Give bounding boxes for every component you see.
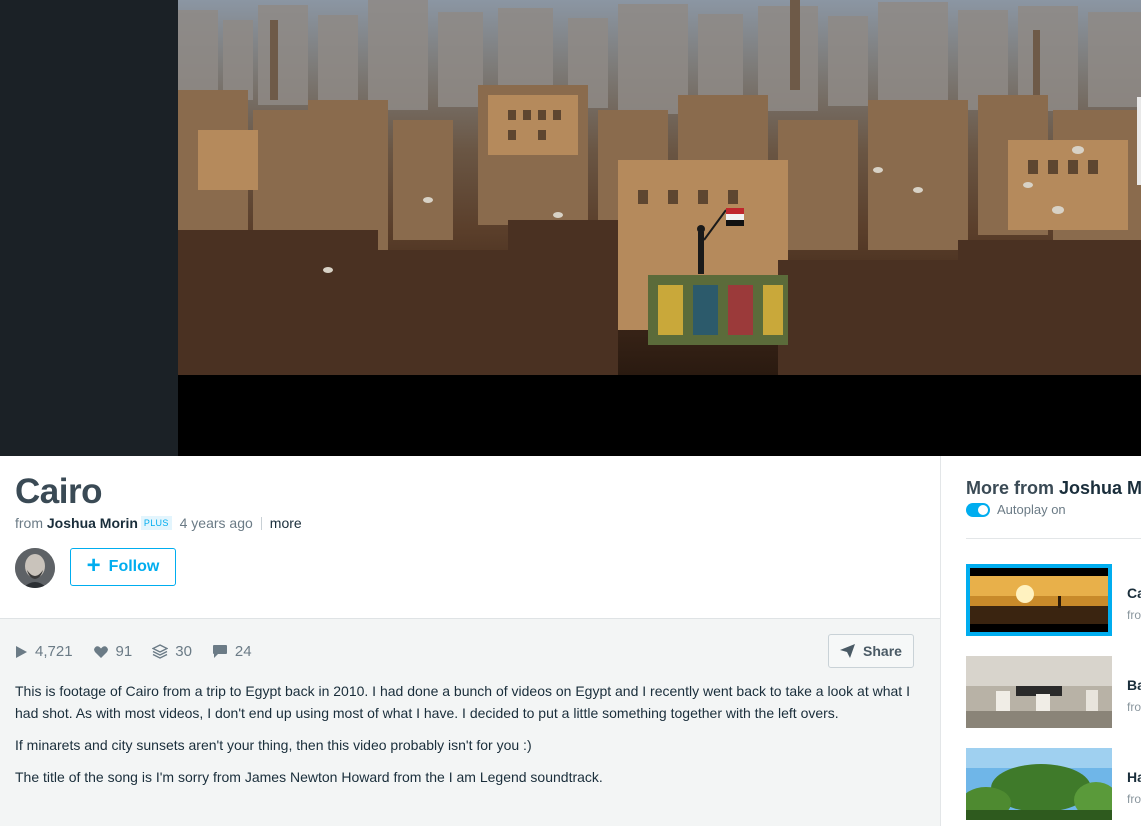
player-side-tab[interactable] xyxy=(1137,97,1141,185)
sidebar-divider xyxy=(966,538,1141,539)
plus-icon: + xyxy=(86,552,101,579)
sidebar-thumbnail[interactable] xyxy=(966,564,1112,636)
sidebar-item-title[interactable]: Ha xyxy=(1127,769,1141,785)
share-label: Share xyxy=(863,643,902,659)
collections-stat[interactable]: 30 xyxy=(152,643,192,660)
follow-button[interactable]: + Follow xyxy=(70,548,176,586)
layers-icon xyxy=(152,644,169,659)
player-side-panel xyxy=(0,0,178,456)
likes-stat[interactable]: 91 xyxy=(93,643,133,660)
send-icon xyxy=(840,644,856,658)
upload-age: 4 years ago xyxy=(179,515,253,531)
sidebar-title-prefix: More from xyxy=(966,478,1055,498)
thumbnail-trees xyxy=(966,748,1112,820)
follow-label: Follow xyxy=(108,558,160,575)
comments-count: 24 xyxy=(234,643,252,660)
play-icon xyxy=(16,645,27,658)
skyline-illustration xyxy=(178,0,1141,375)
sidebar-title-author[interactable]: Joshua M xyxy=(1059,478,1141,498)
avatar-image xyxy=(15,548,55,588)
sidebar-item-title[interactable]: Ca xyxy=(1127,585,1141,601)
avatar[interactable] xyxy=(15,548,55,588)
video-info-header xyxy=(0,456,940,618)
author-link[interactable]: Joshua Morin xyxy=(47,515,138,531)
autoplay-toggle[interactable]: Autoplay on xyxy=(966,502,1066,517)
byline-divider xyxy=(260,517,262,530)
plus-badge: PLUS xyxy=(140,516,172,530)
description-paragraph: This is footage of Cairo from a trip to … xyxy=(15,683,910,721)
sidebar-title: More from Joshua M xyxy=(966,478,1141,499)
likes-count: 91 xyxy=(115,643,133,660)
comments-stat[interactable]: 24 xyxy=(212,643,252,660)
stats-bar: 4,721 91 30 24 xyxy=(15,643,252,660)
description-paragraph: The title of the song is I'm sorry from … xyxy=(15,769,603,785)
sidebar-item-sub: fro xyxy=(1127,700,1141,714)
thumbnail-sunset xyxy=(970,568,1108,632)
sidebar-item-sub: fro xyxy=(1127,792,1141,806)
sidebar-item-title[interactable]: Ba xyxy=(1127,677,1141,693)
sidebar-item-sub: fro xyxy=(1127,608,1141,622)
video-letterbox xyxy=(178,375,1141,456)
more-link[interactable]: more xyxy=(270,515,302,531)
video-player[interactable] xyxy=(0,0,1141,456)
more-from-sidebar: More from Joshua M Autoplay on Ca fro xyxy=(940,456,1141,826)
video-frame[interactable] xyxy=(178,0,1141,456)
sidebar-thumbnail[interactable] xyxy=(966,748,1112,820)
plays-stat[interactable]: 4,721 xyxy=(15,643,73,660)
byline: from Joshua Morin PLUS 4 years ago more xyxy=(15,515,302,531)
toggle-switch-icon[interactable] xyxy=(966,502,990,517)
description-paragraph: If minarets and city sunsets aren't your… xyxy=(15,737,532,753)
autoplay-label: Autoplay on xyxy=(997,502,1066,517)
video-title: Cairo xyxy=(15,472,102,511)
video-still-cairo-skyline xyxy=(178,0,1141,375)
share-button[interactable]: Share xyxy=(828,634,914,668)
from-label: from xyxy=(15,515,43,531)
sidebar-thumbnail[interactable] xyxy=(966,656,1112,728)
plays-count: 4,721 xyxy=(35,643,73,660)
collections-count: 30 xyxy=(175,643,192,660)
heart-icon xyxy=(93,645,108,658)
thumbnail-backpacking xyxy=(966,656,1112,728)
comment-icon xyxy=(212,645,227,658)
video-description: This is footage of Cairo from a trip to … xyxy=(15,680,920,798)
